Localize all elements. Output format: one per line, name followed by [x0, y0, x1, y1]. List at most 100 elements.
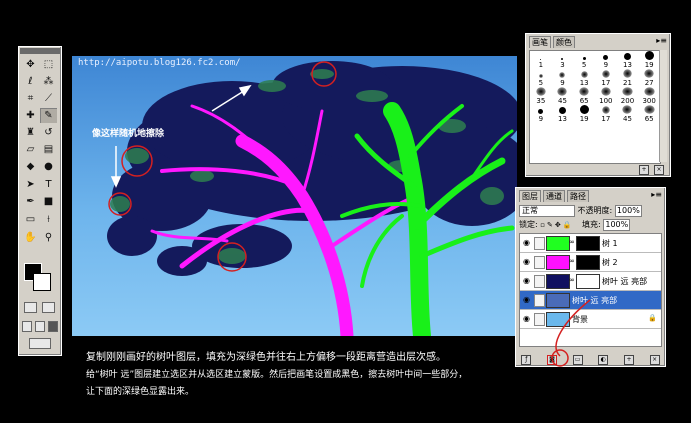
image-canvas[interactable]: http://aipotu.blog126.fc2.com/ 像这样随机地擦除 [72, 56, 517, 336]
brush-preset[interactable]: 5 [530, 69, 552, 87]
screen-mode-full-icon[interactable] [48, 321, 58, 332]
trash-icon[interactable]: × [649, 355, 660, 365]
healing-brush-tool-icon[interactable]: ✚ [22, 108, 39, 123]
eraser-tool-icon[interactable]: ▱ [22, 142, 39, 157]
chain-icon[interactable]: ∞ [569, 276, 575, 284]
brush-preset[interactable]: 3 [552, 51, 574, 69]
fill-label: 填充: [582, 220, 601, 229]
layer-set-icon[interactable]: ▭ [572, 355, 583, 365]
layer-link-box[interactable] [534, 237, 545, 250]
layer-mask-thumbnail[interactable] [576, 274, 600, 289]
trash-icon[interactable]: × [654, 165, 664, 175]
blend-mode-select[interactable]: 正常 [519, 205, 575, 217]
background-color-swatch[interactable] [33, 273, 51, 291]
tab-channels[interactable]: 通道 [543, 190, 565, 202]
brush-preset[interactable]: 35 [530, 87, 552, 105]
layer-row[interactable]: ◉ ∞ 树 1 [520, 234, 661, 253]
tab-color[interactable]: 颜色 [553, 36, 575, 48]
standard-mode-icon[interactable] [24, 302, 37, 313]
brush-preset[interactable]: 45 [552, 87, 574, 105]
notes-tool-icon[interactable]: ▭ [22, 212, 39, 227]
pen-tool-icon[interactable]: ✒ [22, 194, 39, 209]
brush-preset[interactable]: 17 [595, 105, 617, 123]
dodge-tool-icon[interactable]: ● [40, 159, 57, 174]
eye-icon[interactable]: ◉ [523, 314, 530, 323]
brush-preset[interactable]: 45 [617, 105, 639, 123]
brush-preset[interactable]: 9 [552, 69, 574, 87]
brush-preset[interactable]: 13 [617, 51, 639, 69]
chain-icon[interactable]: ∞ [569, 257, 575, 265]
jump-to-imageready-icon[interactable] [29, 338, 51, 349]
brush-preset[interactable]: 19 [573, 105, 595, 123]
brush-preset[interactable]: 13 [552, 105, 574, 123]
quick-mask-mode-icon[interactable] [42, 302, 55, 313]
type-tool-icon[interactable]: T [40, 177, 57, 192]
panel-menu-icon[interactable]: ▸≡ [651, 190, 662, 199]
brush-preset[interactable]: 1 [530, 51, 552, 69]
tab-brushes[interactable]: 画笔 [529, 36, 551, 48]
brush-preset[interactable]: 9 [595, 51, 617, 69]
brush-preset[interactable]: 300 [638, 87, 660, 105]
fill-field[interactable]: 100% [603, 219, 631, 231]
brush-preset[interactable]: 13 [573, 69, 595, 87]
eye-icon[interactable]: ◉ [523, 238, 530, 247]
history-brush-tool-icon[interactable]: ↺ [40, 125, 57, 140]
brush-preset[interactable]: 100 [595, 87, 617, 105]
toolbox-titlebar[interactable] [20, 48, 60, 54]
eye-icon[interactable]: ◉ [523, 295, 530, 304]
lock-icons[interactable]: ▫✎✥🔒 [540, 221, 573, 229]
brush-scrollbar[interactable] [659, 50, 667, 162]
hand-tool-icon[interactable]: ✋ [22, 230, 39, 245]
brush-edit-icon[interactable] [534, 294, 545, 307]
eye-icon[interactable]: ◉ [523, 276, 530, 285]
layer-mask-thumbnail[interactable] [576, 236, 600, 251]
eyedropper-tool-icon[interactable]: ⟊ [40, 212, 57, 227]
magic-wand-tool-icon[interactable]: ⁂ [40, 74, 57, 89]
tab-paths[interactable]: 路径 [567, 190, 589, 202]
path-selection-tool-icon[interactable]: ➤ [22, 177, 39, 192]
move-tool-icon[interactable]: ✥ [22, 57, 39, 72]
crop-tool-icon[interactable]: ⌗ [22, 91, 39, 106]
brush-preset[interactable]: 65 [638, 105, 660, 123]
chain-icon[interactable]: ∞ [569, 238, 575, 246]
brush-preset[interactable]: 17 [595, 69, 617, 87]
layer-mask-thumbnail[interactable] [576, 255, 600, 270]
layer-row[interactable]: ◉ 背景 🔒 [520, 310, 661, 329]
panel-menu-icon[interactable]: ▸≡ [656, 36, 667, 45]
add-mask-icon[interactable]: ◙ [546, 355, 557, 365]
layer-row[interactable]: ◉ ∞ 树 2 [520, 253, 661, 272]
brush-preset[interactable]: 65 [573, 87, 595, 105]
tab-layers[interactable]: 图层 [519, 190, 541, 202]
new-brush-icon[interactable]: + [639, 165, 649, 175]
layer-row[interactable]: ◉ ∞ 树叶 远 亮部 [520, 272, 661, 291]
slice-tool-icon[interactable]: ⟋ [40, 91, 57, 106]
brush-tool-icon[interactable]: ✎ [40, 108, 57, 123]
watermark-url: http://aipotu.blog126.fc2.com/ [78, 58, 241, 68]
zoom-tool-icon[interactable]: ⚲ [40, 230, 57, 245]
brush-preset-grid: 1 3 5 9 13 19 5 9 13 17 21 27 35 45 65 1… [529, 50, 661, 164]
layer-link-box[interactable] [534, 275, 545, 288]
screen-mode-standard-icon[interactable] [22, 321, 32, 332]
new-layer-icon[interactable]: + [623, 355, 634, 365]
marquee-tool-icon[interactable]: ⬚ [40, 57, 57, 72]
brush-preset[interactable]: 200 [617, 87, 639, 105]
adjustment-layer-icon[interactable]: ◐ [598, 355, 609, 365]
opacity-field[interactable]: 100% [614, 205, 642, 217]
lasso-tool-icon[interactable]: ℓ [22, 74, 39, 89]
layer-row-selected[interactable]: ◉ 树叶 远 亮部 [520, 291, 661, 310]
shape-tool-icon[interactable]: ■ [40, 194, 57, 209]
layer-link-box[interactable] [534, 256, 545, 269]
clone-stamp-tool-icon[interactable]: ♜ [22, 125, 39, 140]
gradient-tool-icon[interactable]: ▤ [40, 142, 57, 157]
layer-link-box[interactable] [534, 313, 545, 326]
brush-preset[interactable]: 27 [638, 69, 660, 87]
brush-preset[interactable]: 5 [573, 51, 595, 69]
eye-icon[interactable]: ◉ [523, 257, 530, 266]
layer-thumbnail [546, 312, 570, 327]
blur-tool-icon[interactable]: ◆ [22, 159, 39, 174]
brush-preset[interactable]: 19 [638, 51, 660, 69]
layer-style-icon[interactable]: ƒ [521, 355, 532, 365]
screen-mode-full-menu-icon[interactable] [35, 321, 45, 332]
brush-preset[interactable]: 21 [617, 69, 639, 87]
brush-preset[interactable]: 9 [530, 105, 552, 123]
